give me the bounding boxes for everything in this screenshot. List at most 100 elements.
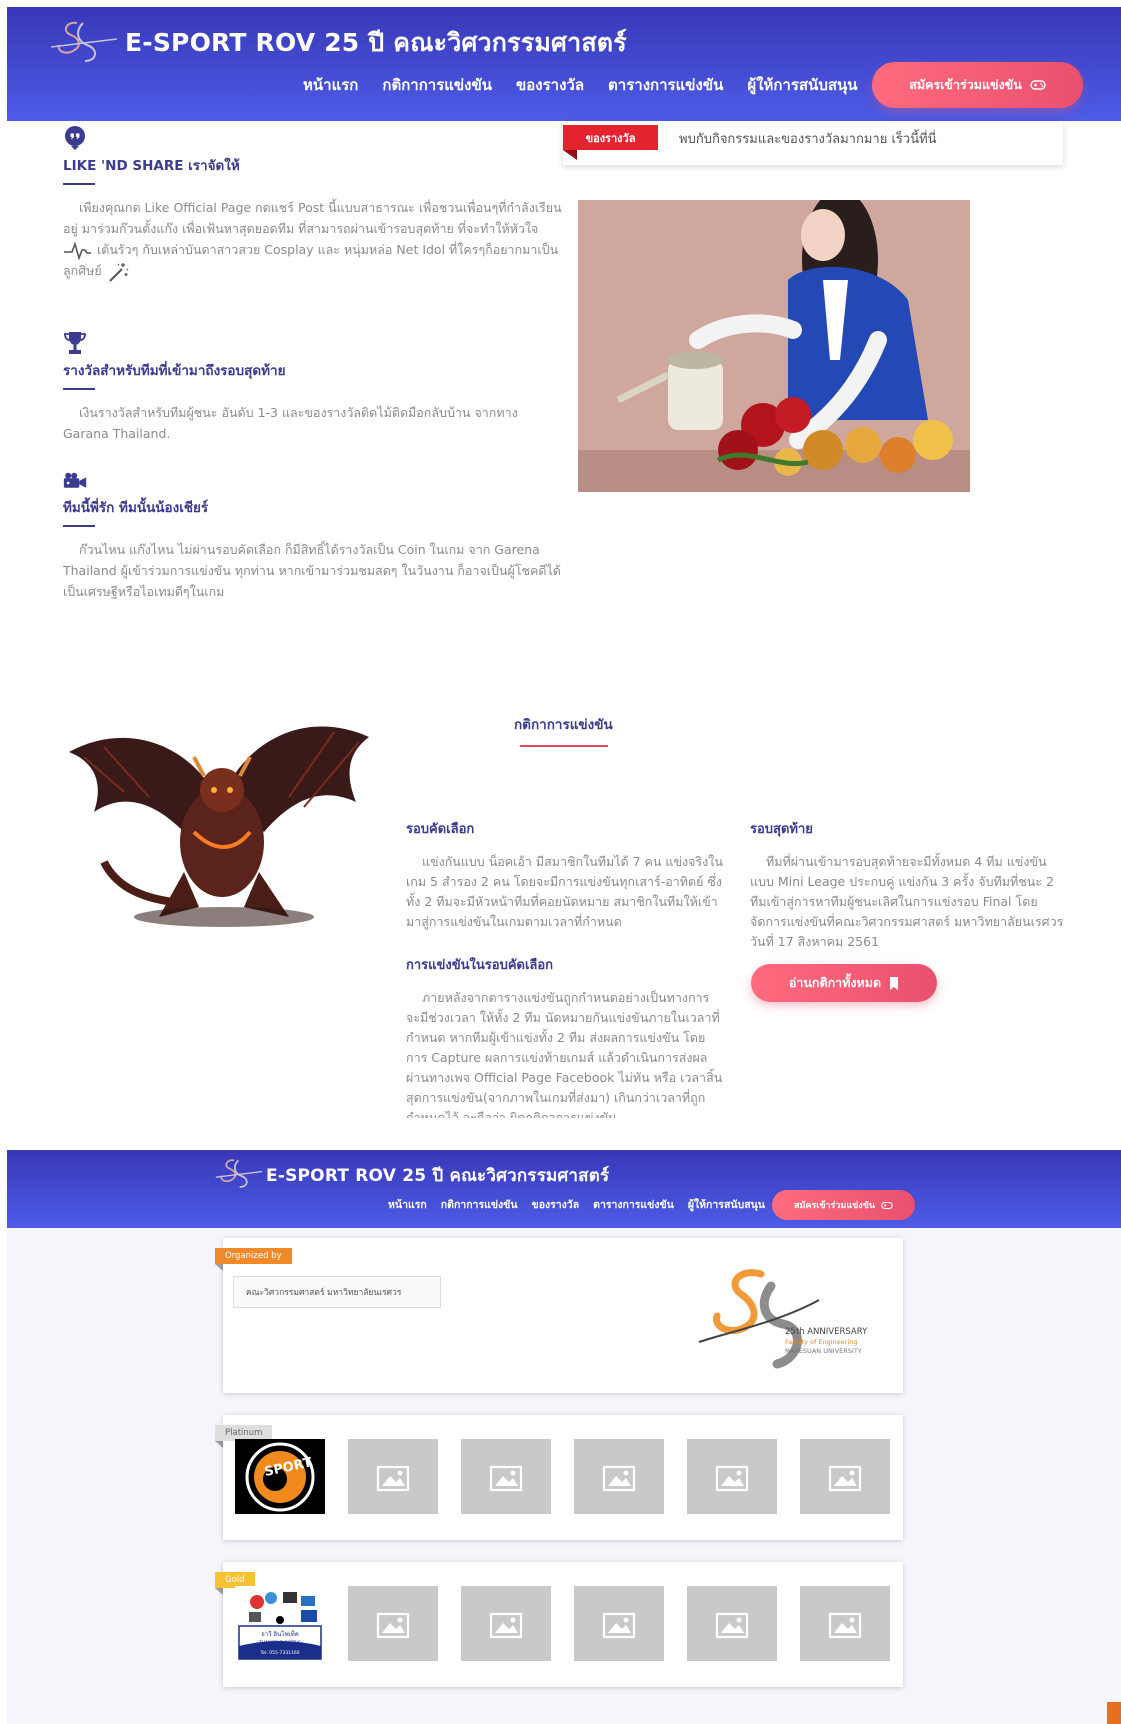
sponsor-placeholder[interactable]: [461, 1586, 551, 1661]
nav-home[interactable]: หน้าแรก: [303, 73, 358, 97]
heartbeat-icon: [64, 240, 91, 261]
feature-text: เงินรางวัลสำหรับทีมผู้ชนะ อันดับ 1-3 และ…: [63, 405, 518, 441]
sponsor-placeholder[interactable]: [461, 1439, 551, 1514]
image-placeholder-icon: [489, 1612, 523, 1638]
platinum-sponsors-card: Platinum SPORT: [215, 1415, 903, 1540]
image-placeholder-icon: [489, 1465, 523, 1491]
organizer-name[interactable]: คณะวิศวกรรมศาสตร์ มหาวิทยาลัยนเรศวร: [233, 1276, 441, 1308]
nav-sponsors[interactable]: ผู้ให้การสนับสนุน: [688, 1196, 765, 1213]
25th-anniversary-logo: 25th ANNIVERSARY Faculty of Engineering …: [698, 1269, 868, 1369]
register-button-label: สมัครเข้าร่วมแข่งขัน: [793, 1201, 876, 1211]
nav-rules[interactable]: กติกาการแข่งขัน: [382, 73, 492, 97]
trophy-icon: [64, 332, 86, 354]
prize-ticker[interactable]: ของรางวัล พบกับกิจกรรมและของรางวัลมากมาย…: [563, 121, 1063, 165]
sponsor-placeholder[interactable]: [800, 1439, 890, 1514]
qualifier-text: แข่งกันแบบ น็อคเอ้า มีสมาชิกในทีมได้ 7 ค…: [406, 854, 723, 929]
anniversary-logo-icon[interactable]: [47, 17, 121, 65]
feature-title: LIKE 'ND SHARE เราจัดให้: [63, 158, 240, 174]
image-placeholder-icon: [602, 1465, 636, 1491]
main-nav: หน้าแรก กติกาการแข่งขัน ของรางวัล ตารางก…: [388, 1196, 765, 1213]
final-title: รอบสุดท้าย: [750, 822, 813, 837]
main-nav: หน้าแรก กติกาการแข่งขัน ของรางวัล ตารางก…: [303, 73, 858, 97]
gold-sponsors-card: Gold ธาวี อินโฟเท็ค THAWEE ELECTRIC Tel.…: [215, 1562, 903, 1687]
platinum-sponsor-logos: SPORT: [235, 1439, 890, 1514]
gamepad-icon: [881, 1201, 893, 1209]
organized-by-ribbon: Organized by: [215, 1248, 292, 1271]
feature-title: รางวัลสำหรับทีมที่เข้ามาถึงรอบสุดท้าย: [63, 363, 286, 379]
esport-logo-art: SPORT: [245, 1442, 315, 1512]
quote-bubble-icon: [65, 126, 85, 150]
match-text-clip: ภายหลังจากตารางแข่งขันถูกกำหนดอย่างเป็นท…: [406, 988, 724, 1118]
nav-prizes[interactable]: ของรางวัล: [532, 1196, 580, 1213]
site-title[interactable]: E-SPORT ROV 25 ปี คณะวิศวกรรมศาสตร์: [125, 23, 627, 63]
feature-text: ก๊วนไหน แก๊งไหน ไม่ผ่านรอบคัดเลือก ก็มีส…: [63, 542, 561, 599]
sponsor-placeholder[interactable]: [348, 1586, 438, 1661]
thawee-logo-art: ธาวี อินโฟเท็ค THAWEE ELECTRIC Tel. 055-…: [238, 1592, 322, 1660]
rules-column-left: รอบคัดเลือก แข่งกันแบบ น็อคเอ้า มีสมาชิก…: [406, 818, 724, 1118]
sponsor-placeholder[interactable]: [348, 1439, 438, 1514]
thawee-sponsor-logo[interactable]: ธาวี อินโฟเท็ค THAWEE ELECTRIC Tel. 055-…: [235, 1586, 325, 1661]
site-header-compact: E-SPORT ROV 25 ปี คณะวิศวกรรมศาสตร์ หน้า…: [7, 1150, 1121, 1228]
bookmark-icon: [890, 976, 899, 990]
cosplay-photo: [578, 200, 970, 492]
site-title[interactable]: E-SPORT ROV 25 ปี คณะวิศวกรรมศาสตร์: [266, 1162, 609, 1189]
register-button[interactable]: สมัครเข้าร่วมแข่งขัน: [772, 1190, 915, 1220]
image-placeholder-icon: [828, 1612, 862, 1638]
nav-home[interactable]: หน้าแรก: [388, 1196, 427, 1213]
thawee-logo-sub: THAWEE ELECTRIC: [258, 1640, 301, 1646]
sponsor-placeholder[interactable]: [574, 1586, 664, 1661]
sponsor-placeholder[interactable]: [800, 1586, 890, 1661]
ticker-text: พบกับกิจกรรมและของรางวัลมากมาย เร็วนี้ที…: [679, 132, 937, 147]
nav-schedule[interactable]: ตารางการแข่งขัน: [608, 73, 723, 97]
image-placeholder-icon: [715, 1465, 749, 1491]
image-placeholder-icon: [715, 1612, 749, 1638]
sponsor-placeholder[interactable]: [687, 1586, 777, 1661]
sponsor-placeholder[interactable]: [574, 1439, 664, 1514]
magic-wand-icon: [109, 262, 129, 282]
nav-rules[interactable]: กติกาการแข่งขัน: [441, 1196, 518, 1213]
feature-like-share: LIKE 'ND SHARE เราจัดให้ เพียงคุณกด Like…: [63, 125, 563, 283]
qualifier-title: รอบคัดเลือก: [406, 822, 475, 837]
anniversary-logo-icon[interactable]: [213, 1156, 265, 1190]
anniversary-line-3: NARESUAN UNIVERSITY: [785, 1347, 862, 1355]
thawee-logo-name: ธาวี อินโฟเท็ค: [261, 1629, 299, 1638]
rules-column-right: รอบสุดท้าย ทีมที่ผ่านเข้ามารอบสุดท้ายจะม…: [750, 818, 1070, 952]
feature-title: ทีมนี้พี่รัก ทีมนั้นน้องเชียร์: [63, 500, 209, 516]
nav-prizes[interactable]: ของรางวัล: [516, 73, 584, 97]
title-underline: [63, 525, 95, 527]
gold-sponsor-logos: ธาวี อินโฟเท็ค THAWEE ELECTRIC Tel. 055-…: [235, 1586, 890, 1661]
ticker-tag: ของรางวัล: [563, 125, 658, 150]
register-button-label: สมัครเข้าร่วมแข่งขัน: [909, 77, 1022, 92]
feature-text: เพียงคุณกด Like Official Page กดแชร์ Pos…: [63, 197, 563, 283]
organizer-card: Organized by คณะวิศวกรรมศาสตร์ มหาวิทยาล…: [215, 1238, 903, 1393]
read-all-rules-label: อ่านกติกาทั้งหมด: [788, 975, 882, 990]
nav-sponsors[interactable]: ผู้ให้การสนับสนุน: [747, 73, 857, 97]
match-text: ภายหลังจากตารางแข่งขันถูกกำหนดอย่างเป็นท…: [406, 990, 723, 1118]
final-text: ทีมที่ผ่านเข้ามารอบสุดท้ายจะมีทั้งหมด 4 …: [750, 854, 1064, 949]
match-title: การแข่งขันในรอบคัดเลือก: [406, 958, 554, 973]
site-header: E-SPORT ROV 25 ปี คณะวิศวกรรมศาสตร์ หน้า…: [7, 7, 1121, 121]
cosplay-photo-illustration: [578, 200, 970, 492]
image-placeholder-icon: [376, 1612, 410, 1638]
image-placeholder-icon: [376, 1465, 410, 1491]
register-button[interactable]: สมัครเข้าร่วมแข่งขัน: [872, 62, 1083, 108]
video-camera-icon: [63, 472, 87, 488]
feature-cheer: ทีมนี้พี่รัก ทีมนั้นน้องเชียร์ ก๊วนไหน แ…: [63, 467, 563, 602]
anniversary-line-1: 25th ANNIVERSARY: [785, 1327, 868, 1337]
title-underline: [63, 183, 95, 185]
anniversary-line-2: Faculty of Engineering: [785, 1338, 857, 1346]
image-placeholder-icon: [828, 1465, 862, 1491]
sponsors-page-screenshot: E-SPORT ROV 25 ปี คณะวิศวกรรมศาสตร์ หน้า…: [7, 1150, 1121, 1724]
feature-final-prize: รางวัลสำหรับทีมที่เข้ามาถึงรอบสุดท้าย เง…: [63, 330, 563, 444]
read-all-rules-button[interactable]: อ่านกติกาทั้งหมด: [751, 964, 937, 1002]
thawee-logo-tel: Tel. 055-7331160: [259, 1650, 299, 1656]
scroll-to-top-button[interactable]: [1107, 1702, 1121, 1724]
nav-schedule[interactable]: ตารางการแข่งขัน: [593, 1196, 674, 1213]
gamepad-icon: [1030, 80, 1046, 90]
dragon-hero-illustration: [69, 726, 369, 927]
rules-title-underline: [520, 745, 608, 747]
image-placeholder-icon: [602, 1612, 636, 1638]
sponsor-placeholder[interactable]: [687, 1439, 777, 1514]
title-underline: [63, 388, 95, 390]
esport-sponsor-logo[interactable]: SPORT: [235, 1439, 325, 1514]
